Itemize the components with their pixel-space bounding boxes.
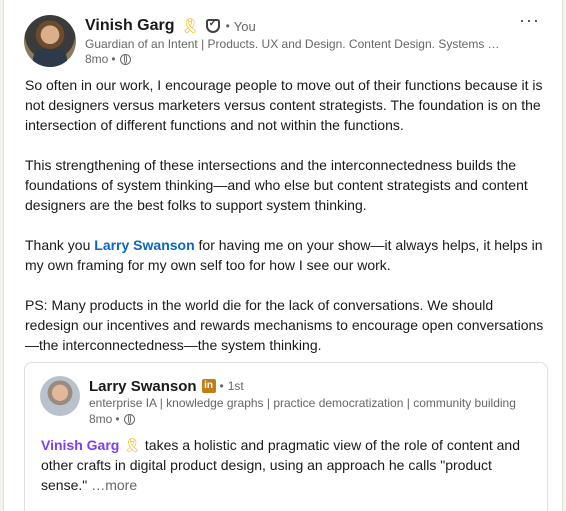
post-meta: 8mo • (85, 52, 131, 66)
mention-link[interactable]: Larry Swanson (94, 237, 194, 253)
reshared-post[interactable]: Larry Swanson in • 1st enterprise IA | k… (24, 362, 548, 511)
globe-icon (123, 413, 135, 425)
separator-dot: • (115, 412, 120, 426)
post-paragraph-thanks: Thank you Larry Swanson for having me on… (25, 235, 545, 275)
reshare-author-row: Larry Swanson in • 1st (89, 376, 244, 396)
author-name-row: Vinish Garg 🎗 • You (85, 16, 256, 36)
reshare-mention-link[interactable]: Vinish Garg (41, 437, 119, 453)
post-paragraph: This strengthening of these intersection… (25, 157, 528, 213)
author-headline: Guardian of an Intent | Products. UX and… (85, 37, 505, 51)
author-name[interactable]: Vinish Garg (85, 17, 175, 35)
reshare-meta: 8mo • (89, 412, 135, 426)
verified-icon (205, 18, 220, 33)
author-avatar[interactable] (24, 15, 76, 67)
see-more-link[interactable]: …more (91, 477, 137, 493)
ribbon-icon: 🎗 (180, 17, 200, 35)
thanks-text: Thank you (25, 237, 95, 253)
linkedin-badge-icon: in (201, 379, 216, 393)
reshare-time: 8mo (89, 412, 113, 426)
ribbon-icon: 🎗 (123, 437, 141, 453)
post-card: Vinish Garg 🎗 • You Guardian of an Inten… (3, 0, 563, 511)
relationship-label: You (233, 18, 256, 34)
reshare-text: Vinish Garg 🎗 takes a holistic and pragm… (41, 435, 541, 495)
separator-dot: • (219, 379, 224, 393)
post-paragraph: So often in our work, I encourage people… (25, 77, 543, 133)
separator-dot: • (111, 52, 116, 66)
post-body: So often in our work, I encourage people… (25, 75, 545, 375)
more-options-button[interactable]: ··· (519, 10, 540, 31)
post-header: Vinish Garg 🎗 • You Guardian of an Inten… (4, 0, 562, 70)
post-paragraph: PS: Many products in the world die for t… (25, 297, 544, 353)
reshare-headline: enterprise IA | knowledge graphs | pract… (89, 396, 516, 410)
reshare-author-avatar[interactable] (40, 376, 80, 416)
post-time: 8mo (85, 52, 109, 66)
separator-dot: • (225, 19, 230, 33)
reshare-author-name[interactable]: Larry Swanson (89, 378, 197, 395)
globe-icon (119, 53, 131, 65)
connection-degree: 1st (227, 379, 244, 393)
